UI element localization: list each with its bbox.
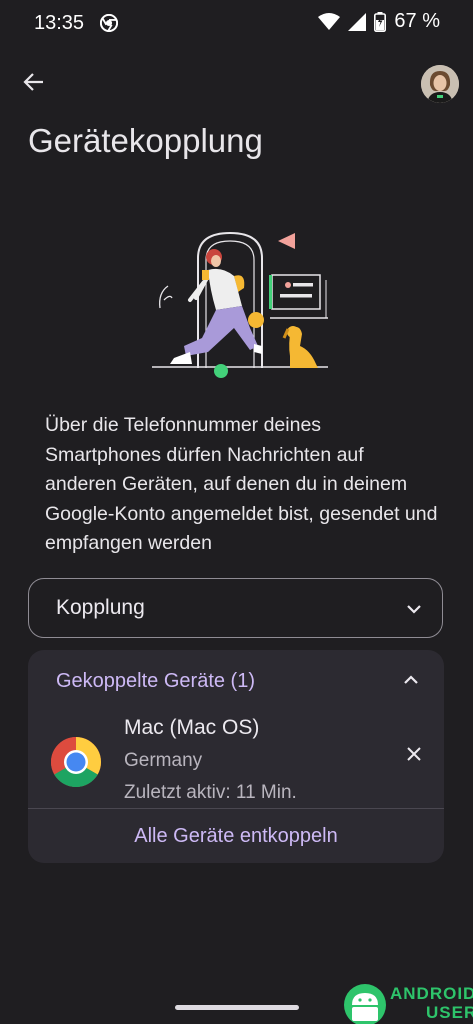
top-app-bar [0, 60, 473, 108]
device-last-active: Zuletzt aktiv: 11 Min. [124, 782, 297, 803]
device-row: Mac (Mac OS) Germany Zuletzt aktiv: 11 M… [28, 712, 444, 808]
watermark-line1: ANDROID [390, 984, 473, 1003]
android-logo-icon [344, 984, 386, 1024]
paired-devices-title: Gekoppelte Geräte (1) [56, 670, 255, 692]
avatar[interactable] [421, 65, 459, 103]
status-bar: 13:35 67 % [0, 0, 473, 48]
device-name: Mac (Mac OS) [124, 716, 260, 739]
battery-percent: 67 % [394, 10, 440, 32]
status-time: 13:35 [34, 12, 85, 34]
wifi-icon [318, 12, 341, 30]
page-title: Gerätekopplung [28, 122, 263, 159]
gesture-nav-handle[interactable] [175, 1005, 299, 1010]
battery-icon [374, 11, 387, 32]
paired-devices-header[interactable]: Gekoppelte Geräte (1) [28, 650, 444, 712]
androiduser-watermark: ANDROID USER [340, 981, 473, 1024]
status-indicators: 67 % [318, 10, 440, 33]
chevron-down-icon [407, 605, 421, 614]
chrome-icon [51, 737, 101, 787]
chrome-status-icon [100, 14, 118, 32]
device-location: Germany [124, 750, 203, 771]
back-button[interactable] [16, 64, 52, 100]
arrow-back-icon [23, 73, 43, 91]
paired-devices-card: Gekoppelte Geräte (1) Mac (Mac OS) Germa… [28, 650, 444, 863]
avatar-image [421, 65, 459, 103]
signal-icon [348, 12, 367, 31]
chevron-up-icon [404, 675, 418, 684]
watermark-line2: USER [426, 1003, 473, 1022]
remove-device-button[interactable] [400, 740, 428, 768]
pairing-dropdown[interactable]: Kopplung [28, 578, 443, 638]
device-pairing-illustration [152, 231, 328, 378]
description-text: Über die Telefonnummer deines Smartphone… [45, 414, 438, 554]
unpair-all-button[interactable]: Alle Geräte entkoppeln [28, 809, 444, 863]
close-icon [407, 747, 421, 761]
pairing-label: Kopplung [56, 596, 145, 619]
